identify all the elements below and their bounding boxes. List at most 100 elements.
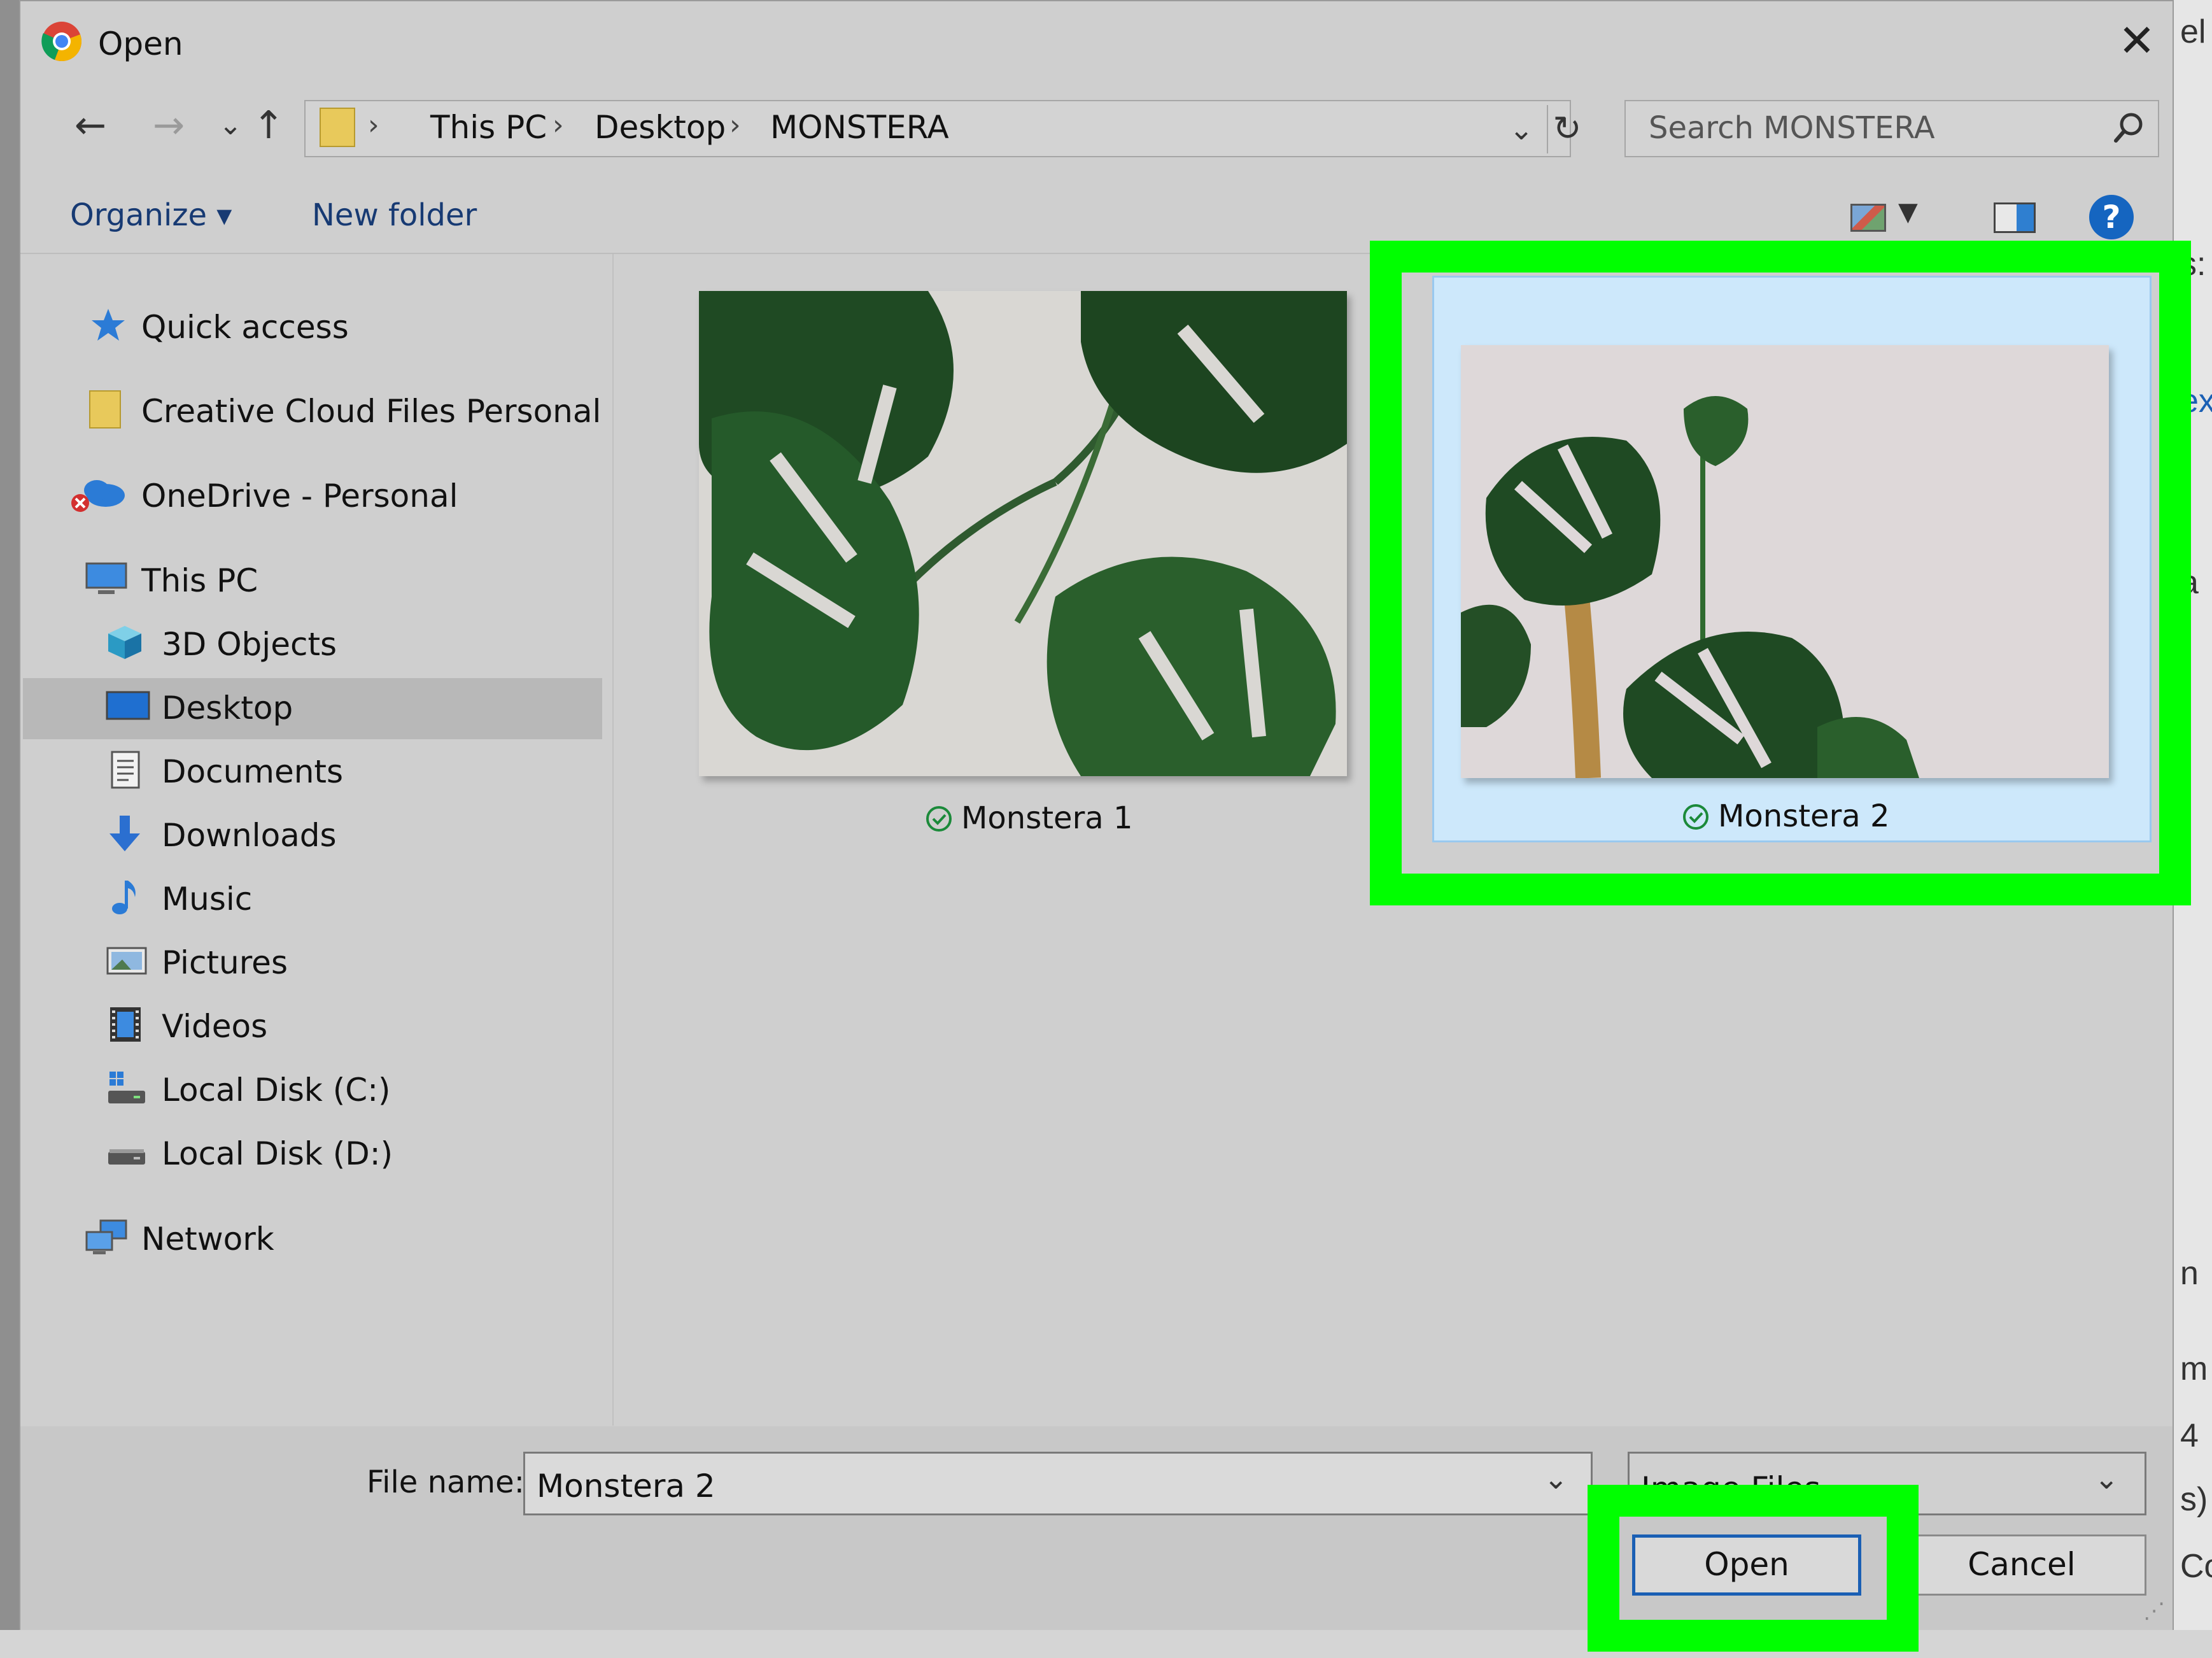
- document-icon: [111, 751, 140, 789]
- file-name-label: File name:: [367, 1464, 525, 1500]
- search-input[interactable]: Search MONSTERA: [1624, 100, 2159, 157]
- image-thumbnail: [699, 291, 1347, 776]
- dialog-title: Open: [98, 25, 183, 62]
- view-icon[interactable]: [1850, 204, 1886, 232]
- help-icon[interactable]: ?: [2089, 195, 2134, 239]
- background-text: s): [2180, 1481, 2208, 1518]
- search-placeholder: Search MONSTERA: [1649, 110, 1935, 146]
- sidebar-item-label: Music: [162, 881, 253, 918]
- breadcrumb-monstera[interactable]: MONSTERA: [770, 109, 949, 146]
- chrome-icon: [41, 22, 82, 62]
- sidebar-item-label: OneDrive - Personal: [141, 478, 458, 514]
- sidebar-item-pictures[interactable]: Pictures: [20, 933, 600, 990]
- new-folder-button[interactable]: New folder: [312, 197, 477, 233]
- cube-icon: [108, 626, 141, 659]
- file-type-select[interactable]: Image Files ⌄: [1628, 1452, 2146, 1515]
- open-file-dialog: Open ✕ ← → ⌄ ↑ › This PC › Desktop › MON…: [19, 0, 2191, 1652]
- sidebar-item-music[interactable]: Music: [20, 869, 600, 926]
- sidebar-item-local-disk-d[interactable]: Local Disk (D:): [20, 1124, 600, 1181]
- sidebar-item-onedrive[interactable]: OneDrive - Personal: [20, 466, 600, 523]
- sidebar-item-desktop[interactable]: Desktop: [23, 678, 602, 739]
- sidebar-item-label: Local Disk (C:): [162, 1072, 391, 1109]
- background-taskbar: [0, 1630, 2212, 1658]
- file-list: Monstera 1 Monstera 2: [614, 254, 2173, 1426]
- video-icon: [110, 1007, 141, 1042]
- sidebar-item-label: Videos: [162, 1008, 268, 1045]
- sidebar-item-label: Downloads: [162, 817, 337, 854]
- image-thumbnail: [1461, 345, 2109, 778]
- background-text: Co: [2180, 1548, 2212, 1585]
- background-text: 4: [2180, 1417, 2199, 1454]
- close-button[interactable]: ✕: [2111, 15, 2162, 66]
- sidebar-item-label: 3D Objects: [162, 626, 337, 663]
- sidebar-item-videos[interactable]: Videos: [20, 996, 600, 1054]
- file-name-value: Monstera 2: [537, 1468, 715, 1505]
- file-type-value: Image Files: [1641, 1470, 1821, 1507]
- address-dropdown-button[interactable]: ⌄: [1496, 105, 1548, 153]
- background-text: n: [2180, 1255, 2199, 1292]
- network-icon: [85, 1219, 127, 1254]
- folder-icon: [89, 390, 121, 429]
- open-button[interactable]: Open: [1632, 1534, 1861, 1596]
- file-name-bar: File name: Monstera 2 ⌄ Image Files ⌄ Op…: [20, 1426, 2173, 1630]
- navigation-pane: Quick access Creative Cloud Files Person…: [20, 254, 614, 1426]
- download-icon: [109, 816, 140, 851]
- background-text: a: [2180, 564, 2199, 601]
- sidebar-item-documents[interactable]: Documents: [20, 742, 600, 799]
- background-text: ex: [2180, 383, 2212, 420]
- chevron-down-icon[interactable]: ⌄: [2094, 1461, 2119, 1496]
- star-icon: [92, 309, 125, 341]
- back-button[interactable]: ←: [65, 100, 116, 151]
- breadcrumb-separator: ›: [368, 109, 379, 141]
- sidebar-item-label: Network: [141, 1221, 274, 1258]
- file-tile-monstera-2[interactable]: Monstera 2: [1432, 276, 2152, 842]
- sidebar-item-label: Creative Cloud Files Personal Acc: [141, 393, 600, 430]
- background-text: s:: [2180, 246, 2206, 283]
- sidebar-item-local-disk-c[interactable]: Local Disk (C:): [20, 1060, 600, 1117]
- sidebar-item-creative-cloud[interactable]: Creative Cloud Files Personal Acc: [20, 381, 600, 439]
- up-button[interactable]: ↑: [243, 100, 294, 151]
- cancel-button[interactable]: Cancel: [1897, 1534, 2146, 1596]
- breadcrumb-separator: ›: [553, 109, 564, 141]
- sidebar-item-label: Documents: [162, 753, 344, 790]
- breadcrumb-desktop[interactable]: Desktop: [595, 109, 726, 146]
- file-name-input[interactable]: Monstera 2 ⌄: [523, 1452, 1593, 1515]
- folder-icon: [320, 108, 355, 147]
- background-text: m: [2180, 1350, 2208, 1387]
- sidebar-item-label: This PC: [141, 562, 258, 599]
- desktop-icon: [106, 691, 150, 720]
- file-name-label: Monstera 1: [926, 800, 1133, 836]
- computer-icon: [85, 562, 127, 594]
- view-dropdown-button[interactable]: ▼: [1898, 197, 1918, 227]
- search-icon[interactable]: [2110, 109, 2148, 147]
- drive-icon: [108, 1072, 145, 1103]
- sidebar-item-label: Local Disk (D:): [162, 1135, 393, 1172]
- command-bar: Organize ▾ New folder ▼ ?: [20, 180, 2173, 254]
- breadcrumb-this-pc[interactable]: This PC: [430, 109, 547, 146]
- sync-status-icon: [1683, 804, 1708, 830]
- sidebar-item-label: Desktop: [162, 690, 293, 726]
- file-tile-monstera-1[interactable]: Monstera 1: [614, 254, 1347, 865]
- sync-status-icon: [926, 806, 952, 832]
- sidebar-item-3d-objects[interactable]: 3D Objects: [20, 614, 600, 672]
- sidebar-item-this-pc[interactable]: This PC: [20, 551, 600, 608]
- cloud-icon: [71, 480, 125, 512]
- breadcrumb-separator: ›: [729, 109, 741, 141]
- sidebar-item-label: Quick access: [141, 309, 349, 346]
- forward-button[interactable]: →: [143, 100, 194, 151]
- resize-grip[interactable]: ⋰: [2143, 1598, 2165, 1624]
- sidebar-item-label: Pictures: [162, 944, 288, 981]
- background-text: el: [2180, 13, 2206, 50]
- preview-pane-icon[interactable]: [1994, 202, 2036, 233]
- sidebar-item-network[interactable]: Network: [20, 1209, 600, 1266]
- file-name-label: Monstera 2: [1682, 798, 1890, 834]
- refresh-button[interactable]: ↻: [1542, 100, 1593, 157]
- sidebar-item-downloads[interactable]: Downloads: [20, 805, 600, 863]
- music-icon: [112, 881, 136, 914]
- sidebar-item-quick-access[interactable]: Quick access: [20, 297, 600, 355]
- address-bar[interactable]: › This PC › Desktop › MONSTERA ⌄: [304, 100, 1571, 157]
- organize-button[interactable]: Organize ▾: [70, 197, 232, 233]
- drive-icon: [108, 1149, 145, 1165]
- chevron-down-icon[interactable]: ⌄: [1544, 1461, 1568, 1496]
- pictures-icon: [106, 947, 147, 975]
